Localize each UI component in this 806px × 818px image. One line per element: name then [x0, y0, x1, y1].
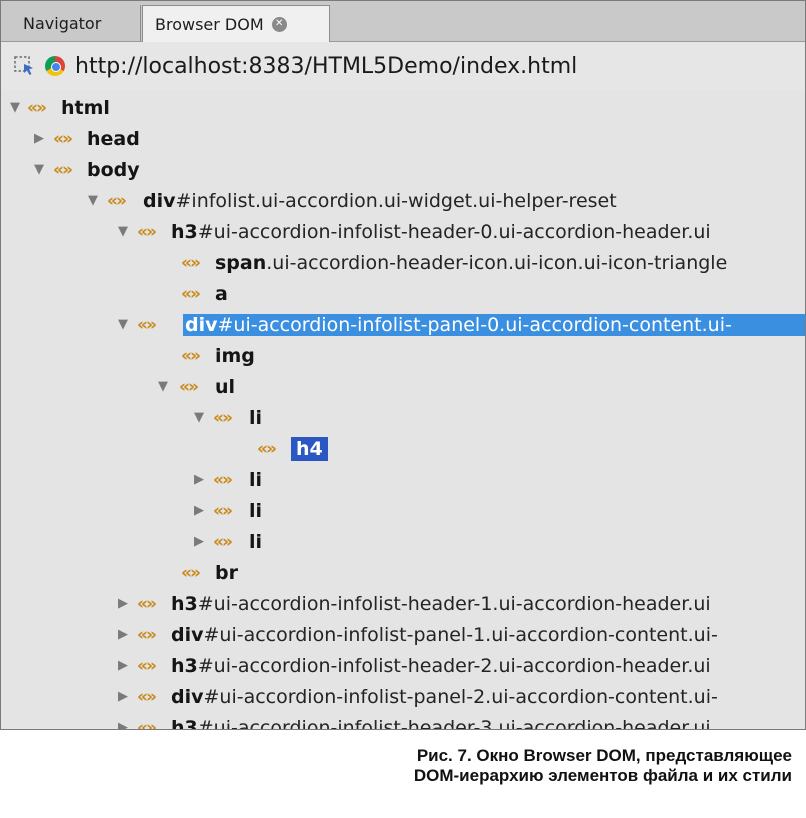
collapsed-arrow-icon[interactable]: ▶ [193, 473, 205, 486]
tree-row[interactable]: ▶ «» li [1, 464, 805, 495]
tree-row-label: div#ui-accordion-infolist-panel-0.ui-acc… [183, 313, 805, 336]
tree-row-label: div#infolist.ui-accordion.ui-widget.ui-h… [143, 189, 617, 212]
expanded-arrow-icon[interactable]: ▼ [193, 411, 205, 424]
tab-navigator[interactable]: Navigator [1, 5, 141, 41]
tree-row[interactable]: ▼ «» li [1, 402, 805, 433]
collapsed-arrow-icon[interactable]: ▶ [117, 690, 129, 703]
tag-icon: «» [213, 469, 233, 490]
tag-icon: «» [137, 686, 157, 707]
tree-row[interactable]: ▶ «» h3#ui-accordion-infolist-header-1.u… [1, 588, 805, 619]
tag-icon: «» [53, 159, 73, 180]
tree-row-label: li [249, 468, 263, 491]
tree-row-label: div#ui-accordion-infolist-panel-1.ui-acc… [171, 623, 718, 646]
tree-row-label: h3#ui-accordion-infolist-header-3.ui-acc… [171, 716, 711, 730]
tree-row-label: img [215, 344, 255, 367]
tree-row[interactable]: «» img [1, 340, 805, 371]
tab-navigator-label: Navigator [23, 13, 102, 33]
inspect-icon[interactable] [13, 55, 35, 77]
tag-icon: «» [181, 562, 201, 583]
tree-row[interactable]: ▼ «» div#infolist.ui-accordion.ui-widget… [1, 185, 805, 216]
collapsed-arrow-icon[interactable]: ▶ [117, 659, 129, 672]
tab-browser-dom-label: Browser DOM [155, 14, 264, 34]
collapsed-arrow-icon[interactable]: ▶ [117, 721, 129, 730]
tree-row[interactable]: ▶ «» h3#ui-accordion-infolist-header-2.u… [1, 650, 805, 681]
tree-row-label: h3#ui-accordion-infolist-header-2.ui-acc… [171, 654, 711, 677]
close-icon[interactable]: ✕ [271, 16, 287, 32]
tag-icon: «» [213, 407, 233, 428]
tab-bar: Navigator Browser DOM ✕ [1, 1, 805, 42]
tree-row[interactable]: ▼ «» ul [1, 371, 805, 402]
tree-row[interactable]: ▼ «» h3#ui-accordion-infolist-header-0.u… [1, 216, 805, 247]
expanded-arrow-icon[interactable]: ▼ [117, 318, 129, 331]
expanded-arrow-icon[interactable]: ▼ [87, 194, 99, 207]
expanded-arrow-icon[interactable]: ▼ [117, 225, 129, 238]
collapsed-arrow-icon[interactable]: ▶ [193, 535, 205, 548]
tree-row[interactable]: ▼ «» body [1, 154, 805, 185]
tree-row[interactable]: ▶ «» head [1, 123, 805, 154]
tree-row-label: h3#ui-accordion-infolist-header-1.ui-acc… [171, 592, 711, 615]
url-text: http://localhost:8383/HTML5Demo/index.ht… [75, 53, 578, 79]
tree-row[interactable]: ▶ «» li [1, 526, 805, 557]
tag-icon: «» [107, 190, 127, 211]
tree-row-label: h4 [291, 436, 328, 461]
tree-row[interactable]: ▶ «» h3#ui-accordion-infolist-header-3.u… [1, 712, 805, 730]
collapsed-arrow-icon[interactable]: ▶ [117, 628, 129, 641]
collapsed-arrow-icon[interactable]: ▶ [117, 597, 129, 610]
tree-row-label: br [215, 561, 238, 584]
expanded-arrow-icon[interactable]: ▼ [157, 380, 169, 393]
tag-icon: «» [181, 252, 201, 273]
expanded-arrow-icon[interactable]: ▼ [9, 101, 21, 114]
browser-dom-window: Navigator Browser DOM ✕ http://localhost… [0, 0, 806, 730]
tree-row-label: div#ui-accordion-infolist-panel-2.ui-acc… [171, 685, 718, 708]
collapsed-arrow-icon[interactable]: ▶ [193, 504, 205, 517]
caption-line-2: DOM-иерархию элементов файла и их стили [413, 766, 792, 785]
tree-row[interactable]: ▼ «» html [1, 92, 805, 123]
tree-row-label: li [249, 499, 263, 522]
dom-tree: ▼ «» html ▶ «» head ▼ «» body ▼ «» div#i… [1, 92, 805, 730]
tag-icon: «» [53, 128, 73, 149]
collapsed-arrow-icon[interactable]: ▶ [33, 132, 45, 145]
tag-icon: «» [27, 97, 47, 118]
tag-icon: «» [181, 345, 201, 366]
tree-row[interactable]: «» a [1, 278, 805, 309]
tree-row[interactable]: «» span.ui-accordion-header-icon.ui-icon… [1, 247, 805, 278]
chrome-icon [45, 56, 65, 76]
figure-caption: Рис. 7. Окно Browser DOM, представляющее… [172, 746, 792, 786]
tag-icon: «» [257, 438, 277, 459]
tree-row-label: head [87, 127, 140, 150]
tag-icon: «» [137, 314, 157, 335]
tree-row[interactable]: ▶ «» li [1, 495, 805, 526]
tree-row[interactable]: «» br [1, 557, 805, 588]
tree-row[interactable]: «» h4 [1, 433, 805, 464]
tag-icon: «» [137, 221, 157, 242]
caption-line-1: Рис. 7. Окно Browser DOM, представляющее [416, 746, 792, 765]
url-bar: http://localhost:8383/HTML5Demo/index.ht… [1, 42, 805, 90]
tag-icon: «» [137, 624, 157, 645]
tree-row-label: li [249, 530, 263, 553]
tag-icon: «» [181, 283, 201, 304]
expanded-arrow-icon[interactable]: ▼ [33, 163, 45, 176]
tree-row[interactable]: ▶ «» div#ui-accordion-infolist-panel-1.u… [1, 619, 805, 650]
tag-icon: «» [213, 531, 233, 552]
tree-row-label: body [87, 158, 140, 181]
tag-icon: «» [179, 376, 199, 397]
tree-row-selected[interactable]: ▼ «» div#ui-accordion-infolist-panel-0.u… [1, 309, 805, 340]
tree-row-label: h3#ui-accordion-infolist-header-0.ui-acc… [171, 220, 711, 243]
tree-row-label: a [215, 282, 228, 305]
tree-row[interactable]: ▶ «» div#ui-accordion-infolist-panel-2.u… [1, 681, 805, 712]
tree-row-label: span.ui-accordion-header-icon.ui-icon.ui… [215, 251, 728, 274]
tag-icon: «» [137, 593, 157, 614]
tab-browser-dom[interactable]: Browser DOM ✕ [142, 5, 330, 42]
tag-icon: «» [137, 717, 157, 730]
tree-row-label: ul [215, 375, 236, 398]
tree-row-label: html [61, 96, 110, 119]
tag-icon: «» [213, 500, 233, 521]
tree-row-label: li [249, 406, 263, 429]
tag-icon: «» [137, 655, 157, 676]
